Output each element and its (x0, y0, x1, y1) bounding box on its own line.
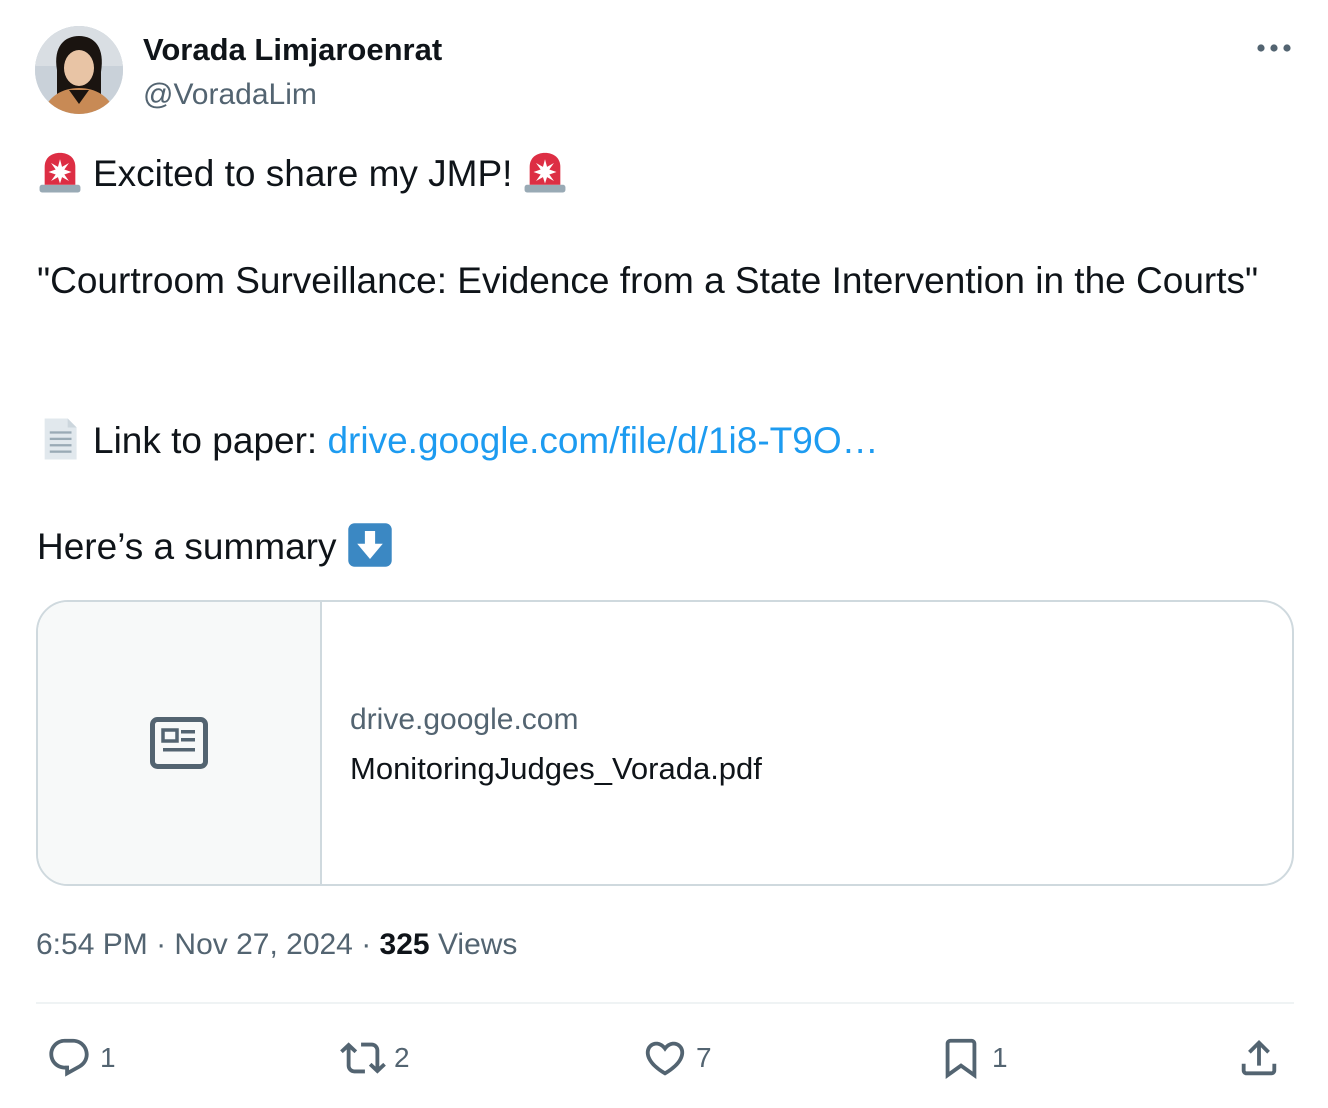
tweet-text-summary-line: Here’s a summary (37, 520, 1287, 573)
link-preview-card[interactable]: drive.google.com MonitoringJudges_Vorada… (36, 600, 1294, 886)
tweet-date[interactable]: Nov 27, 2024 (174, 928, 352, 961)
like-button[interactable]: 7 (642, 1030, 712, 1086)
views-label: Views (429, 928, 518, 961)
reply-count: 1 (100, 1042, 116, 1073)
divider (36, 1002, 1294, 1004)
tweet: Vorada Limjaroenrat @VoradaLim Excited t… (0, 0, 1328, 1108)
tweet-time[interactable]: 6:54 PM (36, 928, 148, 961)
police-siren-emoji (39, 152, 81, 193)
retweet-icon (340, 1042, 386, 1074)
meta-separator: · (147, 928, 175, 961)
reply-icon (49, 1038, 89, 1077)
card-title: MonitoringJudges_Vorada.pdf (350, 751, 762, 786)
card-thumbnail (38, 602, 322, 884)
author-handle[interactable]: @VoradaLim (143, 76, 317, 114)
meta-separator: · (352, 928, 380, 961)
page-facing-up-emoji (44, 418, 77, 460)
reply-button[interactable]: 1 (46, 1030, 116, 1086)
article-icon (150, 717, 208, 769)
bookmark-count: 1 (992, 1042, 1008, 1073)
share-icon (1241, 1039, 1277, 1076)
heart-icon (645, 1041, 685, 1076)
tweet-line-1-text: Excited to share my JMP! (93, 153, 513, 194)
card-text: drive.google.com MonitoringJudges_Vorada… (322, 602, 762, 884)
down-arrow-emoji (347, 523, 392, 567)
repost-button[interactable]: 2 (340, 1030, 410, 1086)
repost-count: 2 (394, 1042, 410, 1073)
police-siren-emoji (525, 152, 566, 193)
share-button[interactable] (1236, 1030, 1290, 1086)
more-options-button[interactable] (1254, 34, 1294, 62)
views-count: 325 (379, 928, 430, 961)
bookmark-icon (945, 1038, 977, 1079)
tweet-metadata: 6:54 PM · Nov 27, 2024 · 325 Views (36, 924, 517, 966)
paper-link[interactable]: drive.google.com/file/d/1i8-T9O… (327, 420, 878, 461)
bookmark-button[interactable]: 1 (938, 1030, 1008, 1086)
summary-text: Here’s a summary (37, 526, 337, 567)
avatar[interactable] (35, 26, 123, 114)
tweet-text-paper-title: "Courtroom Surveillance: Evidence from a… (37, 260, 1259, 301)
tweet-text-link-line: Link to paper: drive.google.com/file/d/1… (37, 414, 1287, 467)
more-horizontal-icon (1257, 44, 1291, 52)
card-domain: drive.google.com (350, 703, 579, 736)
link-prefix: Link to paper: (93, 420, 328, 461)
tweet-text-line-1: Excited to share my JMP! (37, 147, 1287, 200)
like-count: 7 (696, 1042, 712, 1073)
action-bar: 1 2 7 1 (0, 1030, 1328, 1090)
author-name[interactable]: Vorada Limjaroenrat (143, 30, 442, 70)
avatar-image (35, 26, 123, 114)
